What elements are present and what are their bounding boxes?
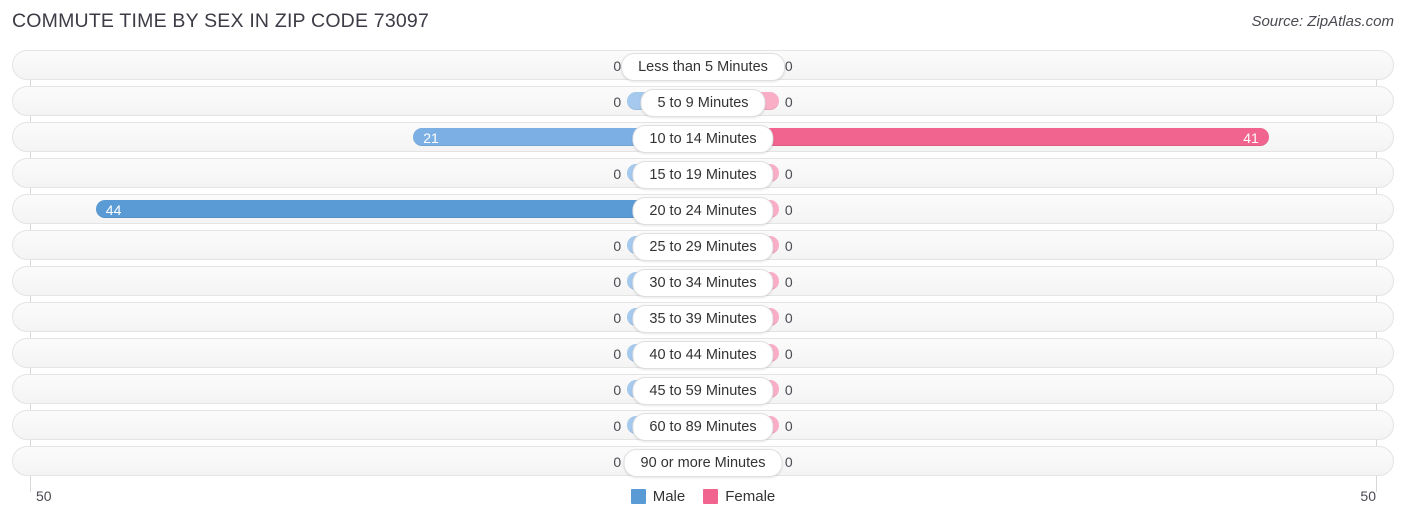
male-half-track: 0	[13, 303, 703, 331]
category-label: 40 to 44 Minutes	[632, 341, 774, 369]
row-inner: 0 0 60 to 89 Minutes	[13, 411, 1393, 441]
category-label: 15 to 19 Minutes	[632, 161, 774, 189]
row-inner: 21 41 10 to 14 Minutes	[13, 123, 1393, 153]
table-row[interactable]: 0 0 30 to 34 Minutes	[12, 266, 1394, 297]
female-half-track: 0	[703, 159, 1393, 187]
plot-area: 0 0 Less than 5 Minutes 0 0 5 to 9 Minutes 21 4…	[0, 50, 1406, 492]
row-inner: 44 0 20 to 24 Minutes	[13, 195, 1393, 225]
male-value-label: 0	[613, 346, 622, 362]
female-half-track: 0	[703, 87, 1393, 115]
female-value-label: 0	[784, 418, 793, 434]
category-label: 25 to 29 Minutes	[632, 233, 774, 261]
category-label: 45 to 59 Minutes	[632, 377, 774, 405]
row-inner: 0 0 90 or more Minutes	[13, 447, 1393, 477]
male-bar[interactable]	[95, 200, 703, 218]
male-value-label: 0	[613, 274, 622, 290]
row-inner: 0 0 15 to 19 Minutes	[13, 159, 1393, 189]
female-half-track: 0	[703, 339, 1393, 367]
table-row[interactable]: 0 0 90 or more Minutes	[12, 446, 1394, 477]
female-half-track: 0	[703, 411, 1393, 439]
category-label: 35 to 39 Minutes	[632, 305, 774, 333]
row-inner: 0 0 5 to 9 Minutes	[13, 87, 1393, 117]
male-value-label: 0	[613, 382, 622, 398]
male-value-label: 0	[613, 166, 622, 182]
legend-label: Female	[725, 488, 776, 505]
chart-header: COMMUTE TIME BY SEX IN ZIP CODE 73097 So…	[0, 0, 1406, 44]
male-value-label: 0	[613, 238, 622, 254]
legend-swatch-icon	[630, 489, 646, 504]
female-value-label: 0	[784, 238, 793, 254]
row-inner: 0 0 40 to 44 Minutes	[13, 339, 1393, 369]
female-half-track: 0	[703, 195, 1393, 223]
male-half-track: 0	[13, 159, 703, 187]
female-value-label: 0	[784, 94, 793, 110]
female-value-label: 0	[784, 310, 793, 326]
table-row[interactable]: 0 0 35 to 39 Minutes	[12, 302, 1394, 333]
male-half-track: 0	[13, 339, 703, 367]
category-label: 90 or more Minutes	[623, 449, 783, 477]
male-half-track: 0	[13, 375, 703, 403]
male-half-track: 0	[13, 447, 703, 475]
table-row[interactable]: 0 0 25 to 29 Minutes	[12, 230, 1394, 261]
row-inner: 0 0 30 to 34 Minutes	[13, 267, 1393, 297]
male-half-track: 44	[13, 195, 703, 223]
page-title: COMMUTE TIME BY SEX IN ZIP CODE 73097	[12, 10, 430, 32]
male-value-label: 0	[613, 310, 622, 326]
legend-item[interactable]: Male	[630, 488, 686, 505]
female-bar[interactable]	[703, 128, 1269, 146]
legend: Male Female	[0, 488, 1406, 505]
female-half-track: 0	[703, 231, 1393, 259]
table-row[interactable]: 0 0 40 to 44 Minutes	[12, 338, 1394, 369]
male-value-label: 0	[613, 418, 622, 434]
female-half-track: 0	[703, 375, 1393, 403]
table-row[interactable]: 0 0 60 to 89 Minutes	[12, 410, 1394, 441]
female-value-label: 0	[784, 202, 793, 218]
category-label: 10 to 14 Minutes	[632, 125, 774, 153]
table-row[interactable]: 0 0 45 to 59 Minutes	[12, 374, 1394, 405]
male-half-track: 0	[13, 87, 703, 115]
female-half-track: 41	[703, 123, 1393, 151]
chart-footer: 50 50 Male Female	[0, 484, 1406, 522]
source-attribution: Source: ZipAtlas.com	[1251, 13, 1394, 30]
male-half-track: 0	[13, 231, 703, 259]
table-row[interactable]: 0 0 15 to 19 Minutes	[12, 158, 1394, 189]
table-row[interactable]: 44 0 20 to 24 Minutes	[12, 194, 1394, 225]
category-label: 20 to 24 Minutes	[632, 197, 774, 225]
male-value-label: 21	[423, 130, 439, 146]
male-half-track: 0	[13, 267, 703, 295]
female-value-label: 0	[784, 346, 793, 362]
female-value-label: 0	[784, 166, 793, 182]
row-inner: 0 0 Less than 5 Minutes	[13, 51, 1393, 81]
row-inner: 0 0 25 to 29 Minutes	[13, 231, 1393, 261]
female-value-label: 0	[784, 382, 793, 398]
table-row[interactable]: 0 0 Less than 5 Minutes	[12, 50, 1394, 81]
female-value-label: 0	[784, 274, 793, 290]
female-half-track: 0	[703, 267, 1393, 295]
female-half-track: 0	[703, 51, 1393, 79]
female-half-track: 0	[703, 447, 1393, 475]
table-row[interactable]: 21 41 10 to 14 Minutes	[12, 122, 1394, 153]
row-inner: 0 0 45 to 59 Minutes	[13, 375, 1393, 405]
table-row[interactable]: 0 0 5 to 9 Minutes	[12, 86, 1394, 117]
female-half-track: 0	[703, 303, 1393, 331]
male-half-track: 0	[13, 411, 703, 439]
category-label: 30 to 34 Minutes	[632, 269, 774, 297]
legend-item[interactable]: Female	[703, 488, 775, 505]
female-value-label: 41	[1243, 130, 1259, 146]
category-label: Less than 5 Minutes	[621, 53, 785, 81]
chart-root: COMMUTE TIME BY SEX IN ZIP CODE 73097 So…	[0, 0, 1406, 522]
legend-label: Male	[652, 488, 686, 505]
male-half-track: 0	[13, 51, 703, 79]
male-value-label: 44	[105, 202, 122, 218]
male-half-track: 21	[13, 123, 703, 151]
category-label: 5 to 9 Minutes	[640, 89, 766, 117]
row-inner: 0 0 35 to 39 Minutes	[13, 303, 1393, 333]
legend-swatch-icon	[703, 489, 719, 504]
male-value-label: 0	[613, 94, 622, 110]
category-label: 60 to 89 Minutes	[632, 413, 774, 441]
bar-rows: 0 0 Less than 5 Minutes 0 0 5 to 9 Minutes 21 4…	[0, 50, 1406, 477]
